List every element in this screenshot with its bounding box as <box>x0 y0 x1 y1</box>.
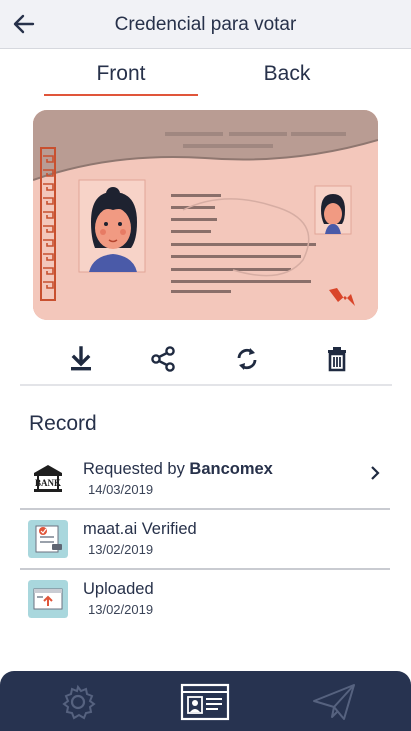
record-item-date: 13/02/2019 <box>88 602 154 617</box>
record-item-requested[interactable]: BANK Requested by Bancomex 14/03/2019 <box>20 450 390 510</box>
record-item-verified: maat.ai Verified 13/02/2019 <box>20 510 390 570</box>
paper-plane-icon[interactable] <box>312 681 358 723</box>
share-icon[interactable] <box>146 342 180 376</box>
chevron-right-icon[interactable] <box>368 464 382 482</box>
record-item-title: Uploaded <box>83 580 154 598</box>
record-item-uploaded: Uploaded 13/02/2019 <box>20 570 390 630</box>
bank-icon-text: BANK <box>35 478 61 488</box>
record-heading: Record <box>29 412 97 435</box>
record-item-date: 13/02/2019 <box>88 542 154 557</box>
page-title: Credencial para votar <box>114 14 297 35</box>
upload-icon <box>28 580 68 618</box>
record-item-prefix: Requested by <box>83 460 190 478</box>
verified-document-icon <box>28 520 68 558</box>
id-card-illustration <box>33 110 378 320</box>
side-tabs: Front Back <box>0 62 411 98</box>
record-item-date: 14/03/2019 <box>88 482 154 497</box>
record-item-title: Requested by Bancomex <box>83 460 273 479</box>
tab-back[interactable]: Back <box>212 62 362 96</box>
record-item-title: maat.ai Verified <box>83 520 197 538</box>
bottom-navigation <box>0 671 411 731</box>
card-actions <box>20 336 392 386</box>
tab-front[interactable]: Front <box>44 62 198 96</box>
gear-icon[interactable] <box>56 681 100 723</box>
bank-icon: BANK <box>28 460 68 498</box>
app-header: Credencial para votar <box>0 0 411 49</box>
refresh-icon[interactable] <box>230 342 264 376</box>
download-icon[interactable] <box>64 342 98 376</box>
record-item-requester: Bancomex <box>189 460 273 478</box>
id-card-image <box>33 110 378 320</box>
id-card-icon[interactable] <box>180 681 230 723</box>
trash-icon[interactable] <box>320 342 354 376</box>
